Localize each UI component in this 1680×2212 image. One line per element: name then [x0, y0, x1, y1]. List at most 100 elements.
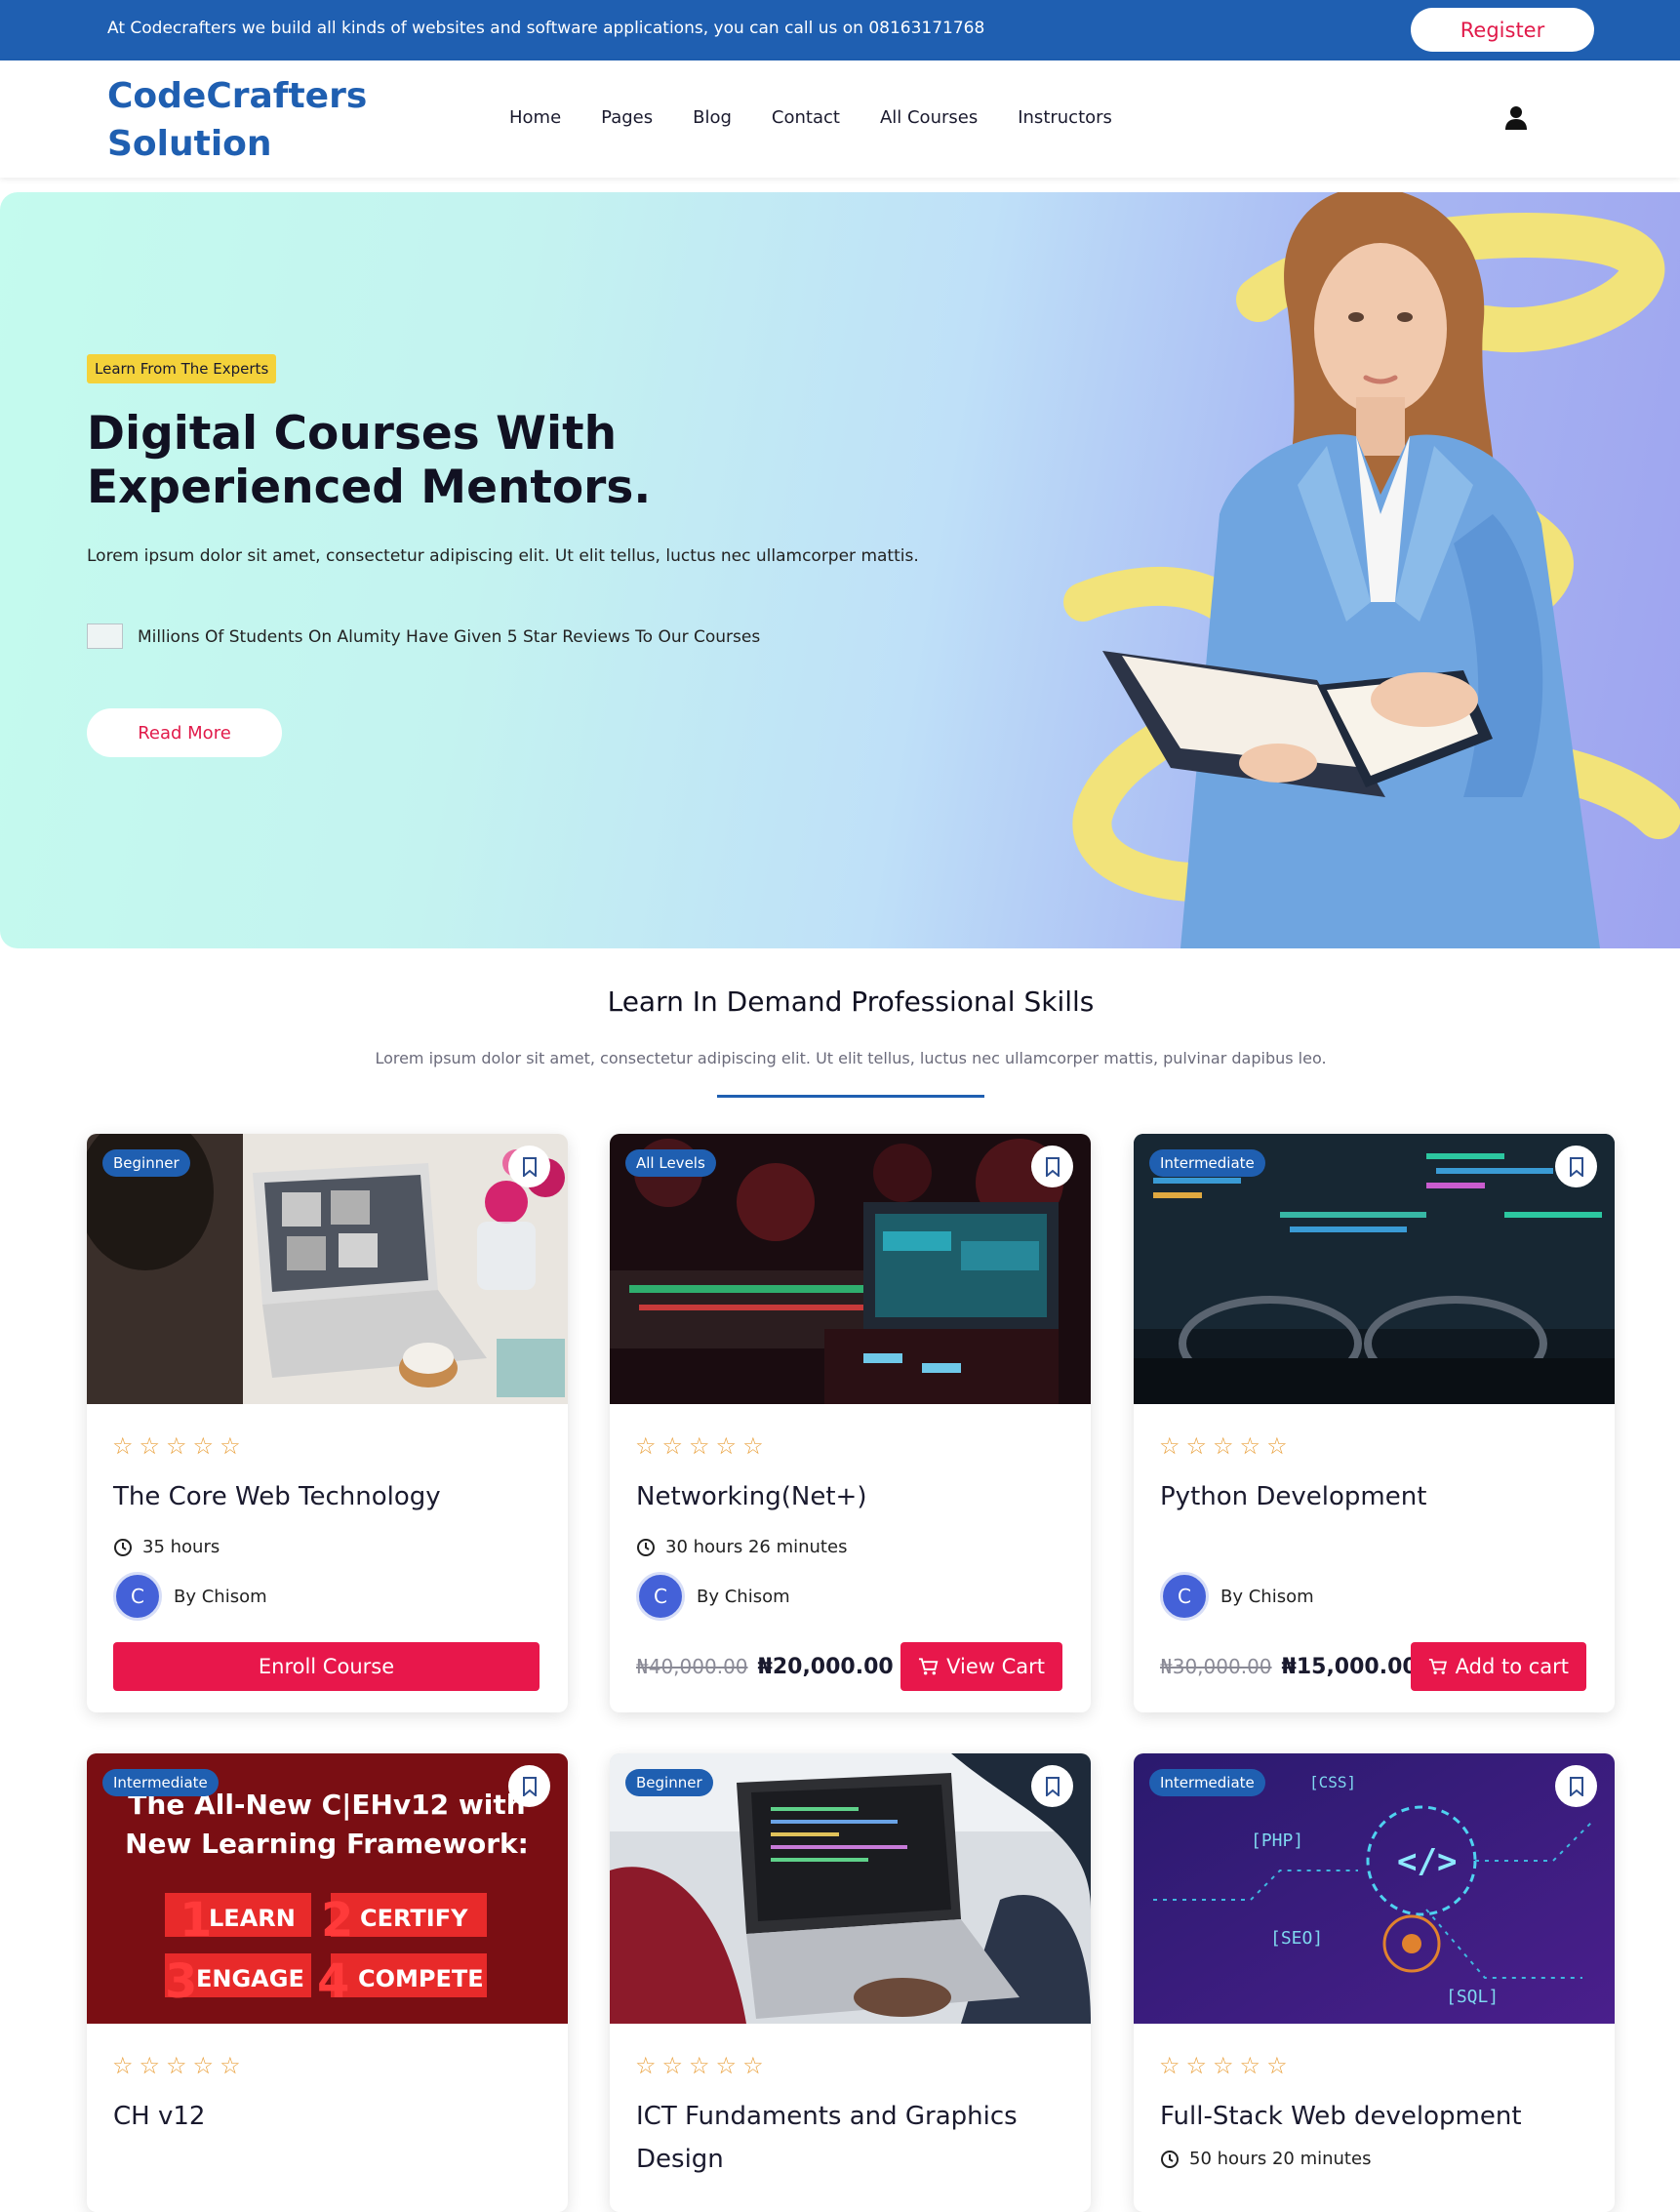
avatar: C [113, 1572, 162, 1621]
view-cart-label: View Cart [946, 1655, 1045, 1678]
star-rating: ☆ ☆ ☆ ☆ ☆ [635, 1434, 764, 1458]
star-icon: ☆ [689, 1432, 710, 1460]
star-icon: ☆ [192, 1432, 215, 1460]
course-author: C By Chisom [1160, 1572, 1314, 1621]
nav-home[interactable]: Home [509, 107, 561, 128]
course-card[interactable]: All Levels ☆ ☆ ☆ ☆ ☆ Networking(Net+) 30 hou… [610, 1134, 1091, 1712]
site-logo[interactable]: CodeCrafters Solution [107, 72, 400, 168]
star-icon: ☆ [1159, 1432, 1180, 1460]
enroll-course-button[interactable]: Enroll Course [113, 1642, 540, 1691]
course-title[interactable]: ICT Fundaments and Graphics Design [636, 2095, 1065, 2181]
star-icon: ☆ [1266, 1432, 1288, 1460]
bookmark-icon[interactable] [1555, 1146, 1597, 1187]
image-seo-label: [SEO] [1270, 1928, 1323, 1949]
nav-instructors[interactable]: Instructors [1018, 107, 1112, 128]
level-badge: Beginner [102, 1149, 190, 1177]
bookmark-icon[interactable] [508, 1765, 550, 1807]
star-rating: ☆ ☆ ☆ ☆ ☆ [112, 1434, 241, 1458]
image-sql-label: [SQL] [1446, 1987, 1499, 2007]
bookmark-icon[interactable] [1555, 1765, 1597, 1807]
star-icon: ☆ [220, 2052, 241, 2079]
register-button[interactable]: Register [1411, 8, 1594, 52]
avatar: C [636, 1572, 685, 1621]
image-css-label: [CSS] [1309, 1773, 1356, 1791]
current-price: ₦20,000.00 [757, 1654, 894, 1679]
star-icon: ☆ [1239, 1432, 1261, 1460]
site-header: CodeCrafters Solution Home Pages Blog Co… [0, 60, 1680, 178]
star-icon: ☆ [1239, 2052, 1261, 2079]
star-icon: ☆ [1185, 1432, 1208, 1460]
duration-text: 35 hours [142, 1537, 220, 1557]
course-card[interactable]: The All-New C|EHv12 with New Learning Fr… [87, 1753, 568, 2212]
star-icon: ☆ [220, 1432, 241, 1460]
image-number-1: 1 [180, 1893, 212, 1948]
nav-all-courses[interactable]: All Courses [880, 107, 978, 128]
star-icon: ☆ [166, 1432, 187, 1460]
level-badge: All Levels [625, 1149, 716, 1177]
star-icon: ☆ [139, 2052, 161, 2079]
main-nav: Home Pages Blog Contact All Courses Inst… [509, 107, 1152, 128]
duration-text: 50 hours 20 minutes [1189, 2149, 1372, 2169]
author-name: By Chisom [697, 1586, 790, 1607]
star-icon: ☆ [715, 1432, 738, 1460]
star-icon: ☆ [139, 1432, 161, 1460]
price-row: ₦40,000.00 ₦20,000.00 [636, 1642, 894, 1691]
cart-icon [918, 1658, 939, 1675]
image-number-4: 4 [317, 1954, 349, 2009]
course-card[interactable]: Intermediate ☆ ☆ ☆ ☆ ☆ Python Development C … [1134, 1134, 1615, 1712]
course-title[interactable]: The Core Web Technology [113, 1475, 542, 1518]
image-code-symbol: </> [1397, 1842, 1457, 1881]
level-badge: Beginner [625, 1769, 713, 1796]
course-title[interactable]: Python Development [1160, 1475, 1589, 1518]
star-icon: ☆ [1185, 2052, 1208, 2079]
star-icon: ☆ [112, 1432, 134, 1460]
cart-icon [1428, 1658, 1447, 1674]
image-number-2: 2 [321, 1893, 353, 1948]
add-to-cart-button[interactable]: Add to cart [1411, 1642, 1586, 1691]
star-icon: ☆ [635, 2052, 657, 2079]
bookmark-icon[interactable] [508, 1146, 550, 1187]
course-card[interactable]: Beginner ☆ ☆ ☆ ☆ ☆ ICT Fundaments and Graphi… [610, 1753, 1091, 2212]
nav-pages[interactable]: Pages [601, 107, 653, 128]
hero-description: Lorem ipsum dolor sit amet, consectetur … [87, 546, 919, 566]
course-author: C By Chisom [636, 1572, 790, 1621]
star-icon: ☆ [192, 2052, 215, 2079]
old-price: ₦40,000.00 [636, 1655, 748, 1678]
image-word-2: CERTIFY [360, 1905, 468, 1932]
course-duration: 35 hours [113, 1537, 220, 1557]
course-duration: 50 hours 20 minutes [1160, 2149, 1371, 2169]
read-more-button[interactable]: Read More [87, 708, 282, 757]
course-title[interactable]: Full-Stack Web development [1160, 2095, 1589, 2138]
hero-banner: Learn From The Experts Digital Courses W… [0, 192, 1680, 948]
star-icon: ☆ [1213, 1432, 1234, 1460]
level-badge: Intermediate [102, 1769, 219, 1796]
star-icon: ☆ [635, 1432, 657, 1460]
hero-badge: Learn From The Experts [87, 354, 277, 383]
bookmark-icon[interactable] [1031, 1765, 1073, 1807]
star-rating: ☆ ☆ ☆ ☆ ☆ [112, 2054, 241, 2077]
star-icon: ☆ [112, 2052, 134, 2079]
course-title[interactable]: CH v12 [113, 2095, 542, 2138]
clock-icon [114, 1538, 132, 1556]
course-card[interactable]: Beginner ☆ ☆ ☆ ☆ ☆ The Core Web Technology 3… [87, 1134, 568, 1712]
view-cart-button[interactable]: View Cart [900, 1642, 1062, 1691]
nav-blog[interactable]: Blog [693, 107, 732, 128]
course-duration: 30 hours 26 minutes [636, 1537, 847, 1557]
course-card[interactable]: </> [PHP] [CSS] [SEO] [SQL] Intermediate… [1134, 1753, 1615, 2212]
image-word-1: LEARN [209, 1905, 296, 1932]
old-price: ₦30,000.00 [1160, 1655, 1272, 1678]
hero-reviews-text: Millions Of Students On Alumity Have Giv… [138, 627, 761, 647]
current-price: ₦15,000.00 [1281, 1654, 1418, 1679]
duration-text: 30 hours 26 minutes [665, 1537, 848, 1557]
bookmark-icon[interactable] [1031, 1146, 1073, 1187]
star-icon: ☆ [742, 1432, 764, 1460]
course-title[interactable]: Networking(Net+) [636, 1475, 1065, 1518]
image-php-label: [PHP] [1251, 1830, 1303, 1851]
star-icon: ☆ [166, 2052, 187, 2079]
avatar: C [1160, 1572, 1209, 1621]
star-icon: ☆ [1159, 2052, 1180, 2079]
contact-message: At Codecrafters we build all kinds of we… [107, 19, 985, 38]
price-row: ₦30,000.00 ₦15,000.00 [1160, 1642, 1418, 1691]
user-icon[interactable] [1504, 105, 1528, 131]
nav-contact[interactable]: Contact [772, 107, 840, 128]
